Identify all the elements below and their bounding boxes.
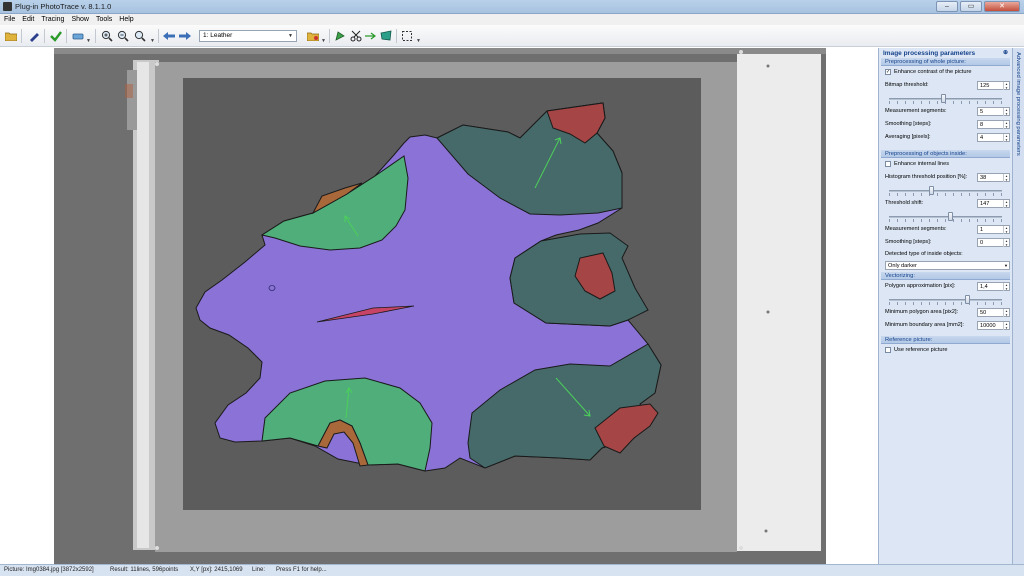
section-objects-inside[interactable]: Preprocessing of objects inside: (881, 150, 1010, 158)
detected-type-select[interactable]: Only darker ▼ (885, 261, 1010, 270)
title-bar: Plug-in PhotoTrace v. 8.1.1.0 – ▭ ✕ (0, 0, 1024, 14)
measurement-segments-row: Measurement segments: 5 ▲ ▼ (879, 105, 1012, 118)
measurement-segments-input[interactable]: 5 ▲ ▼ (977, 107, 1010, 116)
menu-show[interactable]: Show (71, 14, 89, 25)
min-boundary-area-input[interactable]: 10000 ▲ ▼ (977, 321, 1010, 330)
smoothing-steps-row: Smoothing [steps]: 8 ▲ ▼ (879, 118, 1012, 131)
bitmap-threshold-input[interactable]: 125 ▲ ▼ (977, 81, 1010, 90)
detected-type-row: Only darker ▼ (879, 259, 1012, 272)
menu-bar: File Edit Tracing Show Tools Help (0, 14, 1024, 25)
shape-icon[interactable] (379, 29, 393, 43)
layer-folder-icon[interactable] (306, 29, 320, 43)
menu-edit[interactable]: Edit (22, 14, 34, 25)
checkmark-icon[interactable] (49, 29, 63, 43)
polygon-approx-slider[interactable] (879, 293, 1012, 306)
panel-title: Image processing parameters ⊕ (883, 49, 1008, 57)
polygon-approx-row: Polygon approximation [pix]: 1,4 ▲ ▼ (879, 280, 1012, 293)
image-canvas[interactable] (0, 48, 878, 564)
enhance-internal-row[interactable]: Enhance internal lines (879, 158, 1012, 171)
parameters-panel: Image processing parameters ⊕ Preprocess… (878, 48, 1012, 564)
bitmap-threshold-slider[interactable] (879, 92, 1012, 105)
smoothing-steps-input[interactable]: 8 ▲ ▼ (977, 120, 1010, 129)
chevron-down-icon[interactable]: ▼ (416, 38, 421, 44)
min-boundary-area-row: Minimum boundary area [mm2]: 10000 ▲ ▼ (879, 319, 1012, 332)
section-whole-picture[interactable]: Preprocessing of whole picture: (881, 58, 1010, 66)
enhance-contrast-row[interactable]: ✓ Enhance contrast of the picture (879, 66, 1012, 79)
min-polygon-area-row: Minimum polygon area [pix2]: 50 ▲ ▼ (879, 306, 1012, 319)
enhance-contrast-checkbox[interactable]: ✓ (885, 68, 891, 75)
layer-select[interactable]: 1: Leather ▼ (199, 30, 297, 42)
open-folder-icon[interactable] (4, 29, 18, 43)
arrow-transfer-icon[interactable] (364, 29, 378, 43)
menu-tools[interactable]: Tools (96, 14, 112, 25)
histogram-threshold-input[interactable]: 38 ▲ ▼ (977, 173, 1010, 182)
averaging-pixels-row: Averaging [pixels]: 4 ▲ ▼ (879, 131, 1012, 144)
status-result: Result: 11lines, 596points (110, 567, 179, 573)
section-reference-picture[interactable]: Reference picture: (881, 336, 1010, 344)
menu-file[interactable]: File (4, 14, 15, 25)
threshold-shift-input[interactable]: 147 ▲ ▼ (977, 199, 1010, 208)
scanner-icon[interactable] (71, 29, 85, 43)
status-picture: Picture: Img0384.jpg [3872x2592] (4, 567, 94, 573)
threshold-shift-slider[interactable] (879, 210, 1012, 223)
polygon-approx-input[interactable]: 1,4 ▲ ▼ (977, 282, 1010, 291)
enhance-internal-checkbox[interactable] (885, 160, 891, 167)
detected-type-label: Detected type of inside objects: (885, 251, 963, 257)
min-polygon-area-input[interactable]: 50 ▲ ▼ (977, 308, 1010, 317)
chevron-down-icon: ▼ (288, 33, 293, 39)
bitmap-threshold-row: Bitmap threshold: 125 ▲ ▼ (879, 79, 1012, 92)
arrow-left-icon[interactable] (162, 29, 176, 43)
inside-segments-input[interactable]: 1 ▲ ▼ (977, 225, 1010, 234)
averaging-pixels-input[interactable]: 4 ▲ ▼ (977, 133, 1010, 142)
inside-smoothing-input[interactable]: 0 ▲ ▼ (977, 238, 1010, 247)
close-button[interactable]: ✕ (984, 1, 1020, 12)
pen-icon[interactable] (27, 29, 41, 43)
chevron-down-icon[interactable]: ▼ (321, 38, 326, 44)
threshold-shift-row: Threshold shift: 147 ▲ ▼ (879, 197, 1012, 210)
polygon-select-icon[interactable] (333, 29, 347, 43)
status-bar: Picture: Img0384.jpg [3872x2592] Result:… (0, 564, 1024, 576)
histogram-threshold-slider[interactable] (879, 184, 1012, 197)
inside-smoothing-row: Smoothing [steps]: 0 ▲ ▼ (879, 236, 1012, 249)
toolbar: ▼ ▼ 1: Leather ▼ ▼ ▼ (0, 25, 1024, 47)
chevron-down-icon[interactable]: ▼ (86, 38, 91, 44)
selection-rectangle-icon[interactable] (400, 29, 414, 43)
use-reference-row[interactable]: Use reference picture (879, 344, 1012, 357)
minimize-button[interactable]: – (936, 1, 958, 12)
slider-thumb[interactable] (965, 295, 971, 304)
layer-select-value: 1: Leather (203, 32, 233, 39)
chevron-down-icon: ▼ (1004, 263, 1008, 268)
advanced-parameters-tab[interactable]: Advanced image processing parameters (1012, 48, 1024, 564)
menu-help[interactable]: Help (119, 14, 133, 25)
window-title: Plug-in PhotoTrace v. 8.1.1.0 (15, 2, 112, 11)
use-reference-checkbox[interactable] (885, 346, 891, 353)
pin-icon[interactable]: ⊕ (1003, 49, 1008, 56)
slider-thumb[interactable] (948, 212, 954, 221)
section-vectorizing[interactable]: Vectorizing: (881, 272, 1010, 280)
slider-thumb[interactable] (941, 94, 947, 103)
zoom-out-icon[interactable] (116, 29, 130, 43)
histogram-threshold-row: Histogram threshold position [%]: 38 ▲ ▼ (879, 171, 1012, 184)
app-icon (3, 2, 12, 11)
inside-segments-row: Measurement segments: 1 ▲ ▼ (879, 223, 1012, 236)
chevron-down-icon[interactable]: ▼ (150, 38, 155, 44)
status-help: Press F1 for help... (276, 567, 327, 573)
status-coordinates: X,Y [px]: 2415,1069 (190, 567, 243, 573)
scissors-icon[interactable] (349, 29, 363, 43)
zoom-fit-icon[interactable] (133, 29, 147, 43)
maximize-button[interactable]: ▭ (960, 1, 982, 12)
menu-tracing[interactable]: Tracing (41, 14, 64, 25)
zoom-in-icon[interactable] (100, 29, 114, 43)
slider-thumb[interactable] (928, 186, 934, 195)
table-right-panel (737, 54, 821, 551)
status-line: Line: (252, 567, 266, 573)
arrow-right-icon[interactable] (178, 29, 192, 43)
